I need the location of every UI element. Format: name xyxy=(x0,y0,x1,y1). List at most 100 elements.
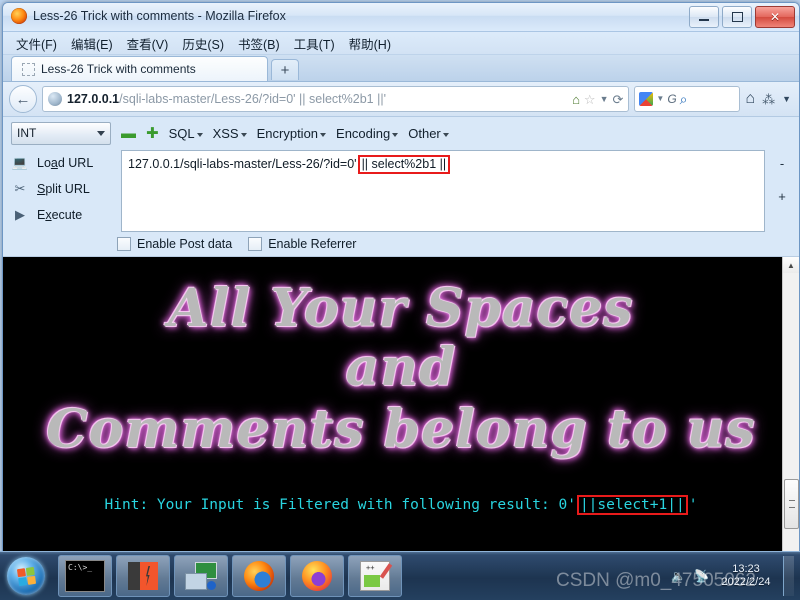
scroll-up-button[interactable]: ▲ xyxy=(783,257,799,273)
split-url-label: Split URL xyxy=(37,182,90,196)
scrollbar-grip-icon xyxy=(789,500,795,508)
page-content: All Your Spaces and Comments belong to u… xyxy=(3,257,799,551)
chevron-down-icon xyxy=(97,130,105,136)
load-url-label: Load URL xyxy=(37,156,94,170)
shrink-textarea-button[interactable]: - xyxy=(780,156,784,171)
page-heading-line1: All Your Spaces xyxy=(168,278,634,339)
window-title: Less-26 Trick with comments - Mozilla Fi… xyxy=(33,9,286,23)
vertical-scrollbar-thumb[interactable] xyxy=(784,479,799,529)
navigation-toolbar: ← 127.0.0.1/sqli-labs-master/Less-26/?id… xyxy=(3,82,799,117)
checkbox-box xyxy=(248,237,263,251)
execute-label: Execute xyxy=(37,208,83,222)
window-controls: ✕ xyxy=(689,6,795,28)
hackbar-main-row: 💻 Load URL ✂ Split URL ▶ Execute 127.0.0… xyxy=(3,147,799,232)
taskbar-item-command-prompt[interactable]: C:\>_ xyxy=(58,555,112,597)
firefox-window: Less-26 Trick with comments - Mozilla Fi… xyxy=(2,2,800,552)
enable-post-data-checkbox[interactable]: Enable Post data xyxy=(117,237,232,251)
npp-label: ++ xyxy=(366,564,375,572)
menu-item-file[interactable]: 文件(F) xyxy=(9,32,64,55)
page-heading-line3: Comments belong to us xyxy=(46,399,756,460)
title-bar: Less-26 Trick with comments - Mozilla Fi… xyxy=(3,3,799,32)
checkbox-box xyxy=(117,237,131,251)
load-url-button[interactable]: 💻 Load URL xyxy=(11,150,115,176)
execute-button[interactable]: ▶ Execute xyxy=(11,202,115,228)
windows-start-orb-icon xyxy=(7,557,45,595)
add-tab-icon[interactable]: ✚ xyxy=(146,126,159,141)
search-box[interactable]: ▼ G ⌕ xyxy=(634,86,741,112)
enable-referrer-checkbox[interactable]: Enable Referrer xyxy=(248,237,356,251)
hackbar-menu-encryption-label: Encryption xyxy=(256,125,319,141)
navigation-toolbar-right: ⌂ ⁂ ▼ xyxy=(745,91,793,107)
vertical-scrollbar[interactable]: ▲ ▼ xyxy=(782,257,799,551)
hackbar-type-select[interactable]: INT xyxy=(11,121,111,145)
bookmark-star-icon[interactable]: ☆ xyxy=(584,93,596,106)
chevron-down-icon[interactable]: ▼ xyxy=(656,95,664,103)
url-text: 127.0.0.1/sqli-labs-master/Less-26/?id=0… xyxy=(67,92,567,106)
hackbar-menu-xss[interactable]: XSS xyxy=(213,126,247,141)
url-host: 127.0.0.1 xyxy=(67,92,120,106)
taskbar-item-firefox-new[interactable] xyxy=(290,555,344,597)
back-button[interactable]: ← xyxy=(9,85,37,113)
search-icon[interactable]: ⌕ xyxy=(680,92,688,106)
chevron-down-icon xyxy=(240,132,247,137)
chevron-down-icon xyxy=(442,132,449,137)
hackbar-menu-sql-label: SQL xyxy=(168,125,195,141)
taskbar-item-network-tool[interactable] xyxy=(174,555,228,597)
chevron-down-icon xyxy=(320,132,327,137)
url-bar-icons: ⌂ ☆ ▼ ⟳ xyxy=(572,93,623,106)
notepad-plus-plus-icon: ++ xyxy=(360,561,393,591)
taskbar-item-firefox-old[interactable] xyxy=(232,555,286,597)
hackbar-menu-encoding[interactable]: Encoding xyxy=(336,126,399,141)
grow-textarea-button[interactable]: + xyxy=(778,189,786,204)
menu-item-edit[interactable]: 编辑(E) xyxy=(64,32,120,55)
title-bar-left: Less-26 Trick with comments - Mozilla Fi… xyxy=(11,8,286,24)
windows-taskbar: C:\>_ ++ 🔈 📡 13:23 2022/2/24 CSDN @m0_47… xyxy=(0,551,800,600)
hackbar-menu-encryption[interactable]: Encryption xyxy=(256,125,327,141)
tab-active[interactable]: Less-26 Trick with comments xyxy=(11,56,268,81)
minimize-icon xyxy=(699,19,709,21)
maximize-button[interactable] xyxy=(722,6,752,28)
menu-item-history[interactable]: 历史(S) xyxy=(175,32,231,55)
chevron-down-icon[interactable]: ▼ xyxy=(600,94,609,104)
tab-strip: Less-26 Trick with comments + xyxy=(3,55,799,82)
csdn-watermark: CSDN @m0_47505062 xyxy=(556,570,756,591)
search-engine-label: G xyxy=(667,92,677,106)
menu-item-view[interactable]: 查看(V) xyxy=(120,32,176,55)
maximize-icon xyxy=(731,12,743,22)
page-heading-line2: and xyxy=(345,337,457,398)
taskbar-item-burp-suite[interactable] xyxy=(116,555,170,597)
split-url-button[interactable]: ✂ Split URL xyxy=(11,176,115,202)
close-icon: ✕ xyxy=(769,10,781,24)
globe-icon xyxy=(48,92,62,106)
menu-item-help[interactable]: 帮助(H) xyxy=(342,32,398,55)
hackbar-menu-other-label: Other xyxy=(408,125,441,141)
url-bar[interactable]: 127.0.0.1/sqli-labs-master/Less-26/?id=0… xyxy=(42,86,630,112)
hackbar-menu-row: INT ▬ ✚ SQL XSS Encryption Encoding Othe… xyxy=(3,117,799,147)
close-button[interactable]: ✕ xyxy=(755,6,795,28)
network-tool-icon xyxy=(185,562,217,590)
hackbar-menu-other[interactable]: Other xyxy=(408,126,449,141)
firefox-logo-icon xyxy=(11,8,27,24)
home-page-icon[interactable]: ⌂ xyxy=(572,93,580,106)
firefox-new-icon xyxy=(302,561,332,591)
addon-icon[interactable]: ⁂ xyxy=(762,93,775,106)
tab-label: Less-26 Trick with comments xyxy=(41,62,196,76)
hackbar-menu-sql[interactable]: SQL xyxy=(169,126,203,141)
minimize-button[interactable] xyxy=(689,6,719,28)
home-button-icon[interactable]: ⌂ xyxy=(745,91,755,107)
burp-suite-icon xyxy=(128,562,158,590)
hint-highlight: ||select+1|| xyxy=(576,495,688,515)
split-url-icon: ✂ xyxy=(14,181,26,196)
remove-tab-icon[interactable]: ▬ xyxy=(121,126,136,141)
reload-icon[interactable]: ⟳ xyxy=(613,93,624,106)
hackbar-url-textarea[interactable]: 127.0.0.1/sqli-labs-master/Less-26/?id=0… xyxy=(121,150,765,232)
menu-item-tools[interactable]: 工具(T) xyxy=(287,32,342,55)
menu-bar: 文件(F) 编辑(E) 查看(V) 历史(S) 书签(B) 工具(T) 帮助(H… xyxy=(3,32,799,55)
menu-item-bookmarks[interactable]: 书签(B) xyxy=(231,32,287,55)
new-tab-button[interactable]: + xyxy=(271,59,299,80)
start-button[interactable] xyxy=(2,554,50,598)
taskbar-item-notepad-plus-plus[interactable]: ++ xyxy=(348,555,402,597)
hackbar-textarea-plain: 127.0.0.1/sqli-labs-master/Less-26/?id=0… xyxy=(128,157,357,171)
windows-flag-icon xyxy=(16,566,36,586)
toolbar-overflow-icon[interactable]: ▼ xyxy=(782,94,791,104)
